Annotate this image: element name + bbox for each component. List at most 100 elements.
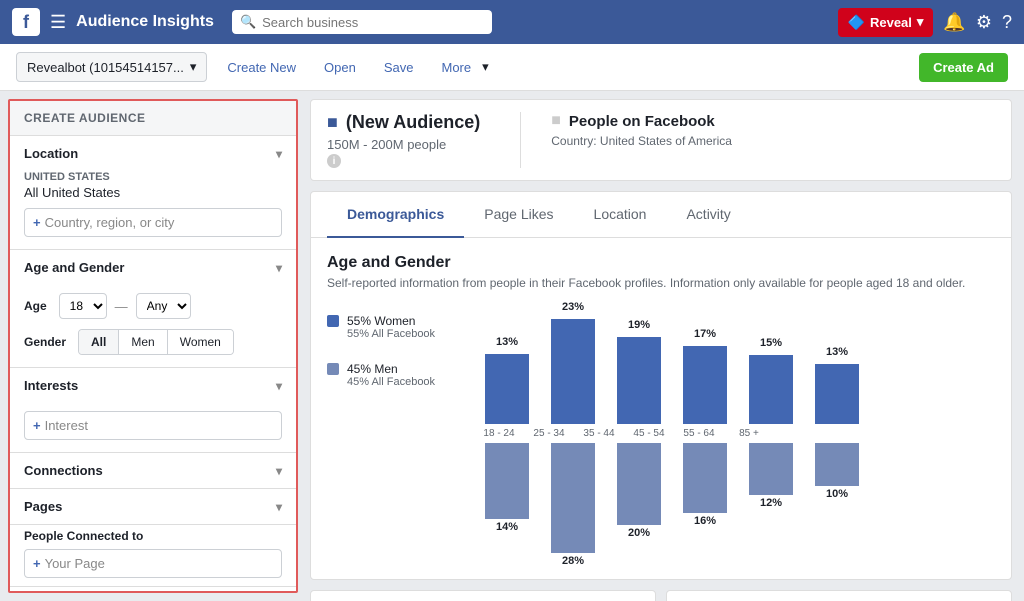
save-button[interactable]: Save <box>376 54 422 81</box>
new-audience-info: ■ (New Audience) 150M - 200M people i <box>327 112 480 168</box>
people-not-connected-label: People Not Connected to <box>24 591 282 593</box>
age-label-55-64: 55 - 64 <box>677 428 721 439</box>
notifications-icon[interactable]: 🔔 <box>943 12 965 33</box>
location-label: Location <box>24 146 78 161</box>
age-label-35-44: 35 - 44 <box>577 428 621 439</box>
men-bar-85-plus: 10% <box>807 443 867 500</box>
people-on-facebook-section: ■ People on Facebook Country: United Sta… <box>520 112 732 168</box>
women-legend-text: 55% Women 55% All Facebook <box>347 314 435 340</box>
hamburger-icon[interactable]: ☰ <box>50 12 66 33</box>
app-title: Audience Insights <box>76 13 214 31</box>
reveal-button[interactable]: 🔷 Reveal ▾ <box>838 8 934 37</box>
create-new-button[interactable]: Create New <box>219 54 304 81</box>
age-from-select[interactable]: 18 <box>59 293 107 319</box>
men-bar-18-24-rect <box>485 443 529 519</box>
age-gender-chart-desc: Self-reported information from people in… <box>327 276 995 290</box>
women-bar-18-24: 13% <box>477 354 537 424</box>
audience-name: ■ (New Audience) <box>327 112 480 133</box>
tabs-content: Age and Gender Self-reported information… <box>311 238 1011 579</box>
legend-men: 45% Men 45% All Facebook <box>327 362 457 388</box>
interests-section-header[interactable]: Interests ▾ <box>10 368 296 403</box>
reveal-icon: 🔷 <box>848 14 865 31</box>
audience-header: ■ (New Audience) 150M - 200M people i ■ … <box>310 99 1012 181</box>
people-connected-label: People Connected to <box>24 529 282 543</box>
women-bar-35-44: 19% <box>609 337 669 424</box>
interest-input-field[interactable]: + Interest <box>24 411 282 440</box>
tab-demographics[interactable]: Demographics <box>327 192 464 238</box>
connections-section-header[interactable]: Connections ▾ <box>10 453 296 488</box>
interests-body: + Interest <box>10 403 296 452</box>
women-pct-85-plus: 13% <box>826 346 848 358</box>
men-bar-45-54-rect <box>683 443 727 513</box>
age-gender-section-header[interactable]: Age and Gender ▾ <box>10 250 296 285</box>
location-section-header[interactable]: Location ▾ <box>10 136 296 171</box>
connections-label: Connections <box>24 463 103 478</box>
women-pct-25-34: 23% <box>562 301 584 313</box>
age-to-select[interactable]: Any <box>136 293 191 319</box>
women-bar-18-24-rect <box>485 354 529 424</box>
pages-chevron-icon: ▾ <box>276 500 282 514</box>
men-bar-85-plus-rect <box>815 443 859 486</box>
men-bar-45-54: 16% <box>675 443 735 527</box>
topnav-right-actions: 🔷 Reveal ▾ 🔔 ⚙ ? <box>838 8 1012 37</box>
tab-page-likes[interactable]: Page Likes <box>464 192 573 238</box>
sidebar-section-age-gender: Age and Gender ▾ Age 18 — Any Gender <box>10 250 296 368</box>
gender-men-button[interactable]: Men <box>119 330 167 354</box>
men-bar-55-64: 12% <box>741 443 801 509</box>
gender-women-button[interactable]: Women <box>168 330 233 354</box>
men-pct-55-64: 12% <box>760 497 782 509</box>
men-bar-25-34: 28% <box>543 443 603 567</box>
people-connected-body: People Connected to + Your Page <box>10 525 296 586</box>
pages-section-header[interactable]: Pages ▾ <box>10 489 296 524</box>
tab-location[interactable]: Location <box>574 192 667 238</box>
audience-name-icon: ■ <box>327 112 338 133</box>
settings-icon[interactable]: ⚙ <box>976 12 992 33</box>
interests-chevron-icon: ▾ <box>276 379 282 393</box>
pages-label: Pages <box>24 499 62 514</box>
relationship-status-card: Relationship Status Self-reported data f… <box>310 590 656 601</box>
women-bar-55-64-rect <box>749 355 793 424</box>
women-bar-35-44-rect <box>617 337 661 424</box>
women-bar-45-54-rect <box>683 346 727 424</box>
tab-activity[interactable]: Activity <box>666 192 750 238</box>
people-not-connected-body: People Not Connected to + Your Page <box>10 587 296 593</box>
women-sub: 55% All Facebook <box>347 328 435 340</box>
audience-selector[interactable]: Revealbot (10154514157... ▾ <box>16 52 207 82</box>
open-button[interactable]: Open <box>316 54 364 81</box>
women-bar-55-64: 15% <box>741 355 801 424</box>
more-button[interactable]: More <box>433 54 479 81</box>
location-input-field[interactable]: + Country, region, or city <box>24 208 282 237</box>
age-dash: — <box>115 299 128 314</box>
men-color-swatch <box>327 363 339 375</box>
more-dropdown[interactable]: More ▾ <box>433 54 488 81</box>
audience-selector-label: Revealbot (10154514157... <box>27 60 184 75</box>
toolbar: Revealbot (10154514157... ▾ Create New O… <box>0 44 1024 91</box>
bottom-cards: Relationship Status Self-reported data f… <box>310 590 1012 601</box>
education-level-card: Education Level The highest level of edu… <box>666 590 1012 601</box>
legend-women: 55% Women 55% All Facebook <box>327 314 457 340</box>
age-gender-chevron-icon: ▾ <box>276 261 282 275</box>
people-connected-input[interactable]: + Your Page <box>24 549 282 578</box>
audience-count: 150M - 200M people <box>327 137 480 152</box>
women-pct-35-44: 19% <box>628 319 650 331</box>
sidebar-section-interests: Interests ▾ + Interest <box>10 368 296 453</box>
women-bar-25-34-rect <box>551 319 595 424</box>
gender-all-button[interactable]: All <box>79 330 119 354</box>
women-bar-25-34: 23% <box>543 319 603 424</box>
age-label-25-34: 25 - 34 <box>527 428 571 439</box>
chart-bars-area: 13% 23% <box>477 304 995 563</box>
age-gender-section: Age and Gender Self-reported information… <box>327 254 995 563</box>
women-pct-45-54: 17% <box>694 328 716 340</box>
main-content: ■ (New Audience) 150M - 200M people i ■ … <box>298 91 1024 601</box>
help-icon[interactable]: ? <box>1002 12 1012 33</box>
create-ad-button[interactable]: Create Ad <box>919 53 1008 82</box>
audience-selector-chevron-icon: ▾ <box>190 59 197 75</box>
tabs-header: Demographics Page Likes Location Activit… <box>311 192 1011 238</box>
location-section-body: UNITED STATES All United States + Countr… <box>10 171 296 249</box>
facebook-logo[interactable]: f <box>12 8 40 36</box>
search-input[interactable] <box>262 15 484 30</box>
women-pct-18-24: 13% <box>496 336 518 348</box>
search-icon: 🔍 <box>240 14 256 30</box>
plus-icon: + <box>33 215 41 230</box>
gender-button-group: All Men Women <box>78 329 234 355</box>
